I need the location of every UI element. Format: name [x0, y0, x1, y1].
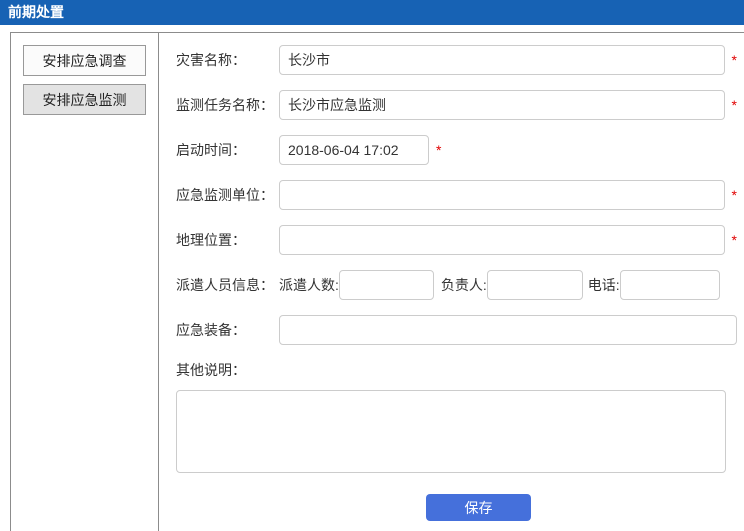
dispatch-leader-label: 负责人: [441, 275, 487, 295]
main-panel: 安排应急调查 安排应急监测 灾害名称： * 监测任务名称： * 启动时间： * … [10, 32, 744, 531]
start-time-input[interactable] [279, 135, 429, 165]
field-row-monitor-unit: 应急监测单位： * [176, 180, 737, 210]
monitor-unit-input[interactable] [279, 180, 725, 210]
save-button[interactable]: 保存 [426, 494, 531, 521]
monitor-unit-label: 应急监测单位： [176, 185, 279, 205]
save-row: 保存 [176, 494, 744, 521]
location-label: 地理位置： [176, 230, 279, 250]
dispatch-count-input[interactable] [339, 270, 434, 300]
disaster-name-input[interactable] [279, 45, 725, 75]
form-area: 灾害名称： * 监测任务名称： * 启动时间： * 应急监测单位： * 地理位置… [159, 33, 744, 531]
required-marker: * [732, 52, 737, 68]
page-title: 前期处置 [0, 0, 744, 25]
location-input[interactable] [279, 225, 725, 255]
dispatch-phone-input[interactable] [620, 270, 720, 300]
equipment-input[interactable] [279, 315, 737, 345]
equipment-label: 应急装备： [176, 320, 279, 340]
dispatch-count-label: 派遣人数: [279, 275, 339, 295]
remarks-label: 其他说明： [176, 360, 744, 380]
required-marker: * [732, 187, 737, 203]
dispatch-info-label: 派遣人员信息： [176, 275, 279, 295]
required-marker: * [732, 97, 737, 113]
field-row-equipment: 应急装备： [176, 315, 737, 345]
field-row-disaster-name: 灾害名称： * [176, 45, 737, 75]
required-marker: * [436, 142, 441, 158]
task-name-label: 监测任务名称： [176, 95, 279, 115]
field-row-start-time: 启动时间： * [176, 135, 737, 165]
start-time-label: 启动时间： [176, 140, 279, 160]
sidebar-button-arrange-investigation[interactable]: 安排应急调查 [23, 45, 146, 76]
field-row-dispatch-info: 派遣人员信息： 派遣人数: 负责人: 电话: [176, 270, 737, 300]
dispatch-leader-input[interactable] [487, 270, 583, 300]
required-marker: * [732, 232, 737, 248]
field-row-task-name: 监测任务名称： * [176, 90, 737, 120]
task-name-input[interactable] [279, 90, 725, 120]
dispatch-phone-label: 电话: [588, 275, 620, 295]
sidebar: 安排应急调查 安排应急监测 [11, 33, 159, 531]
field-row-location: 地理位置： * [176, 225, 737, 255]
remarks-textarea[interactable] [176, 390, 726, 473]
disaster-name-label: 灾害名称： [176, 50, 279, 70]
sidebar-button-arrange-monitoring[interactable]: 安排应急监测 [23, 84, 146, 115]
